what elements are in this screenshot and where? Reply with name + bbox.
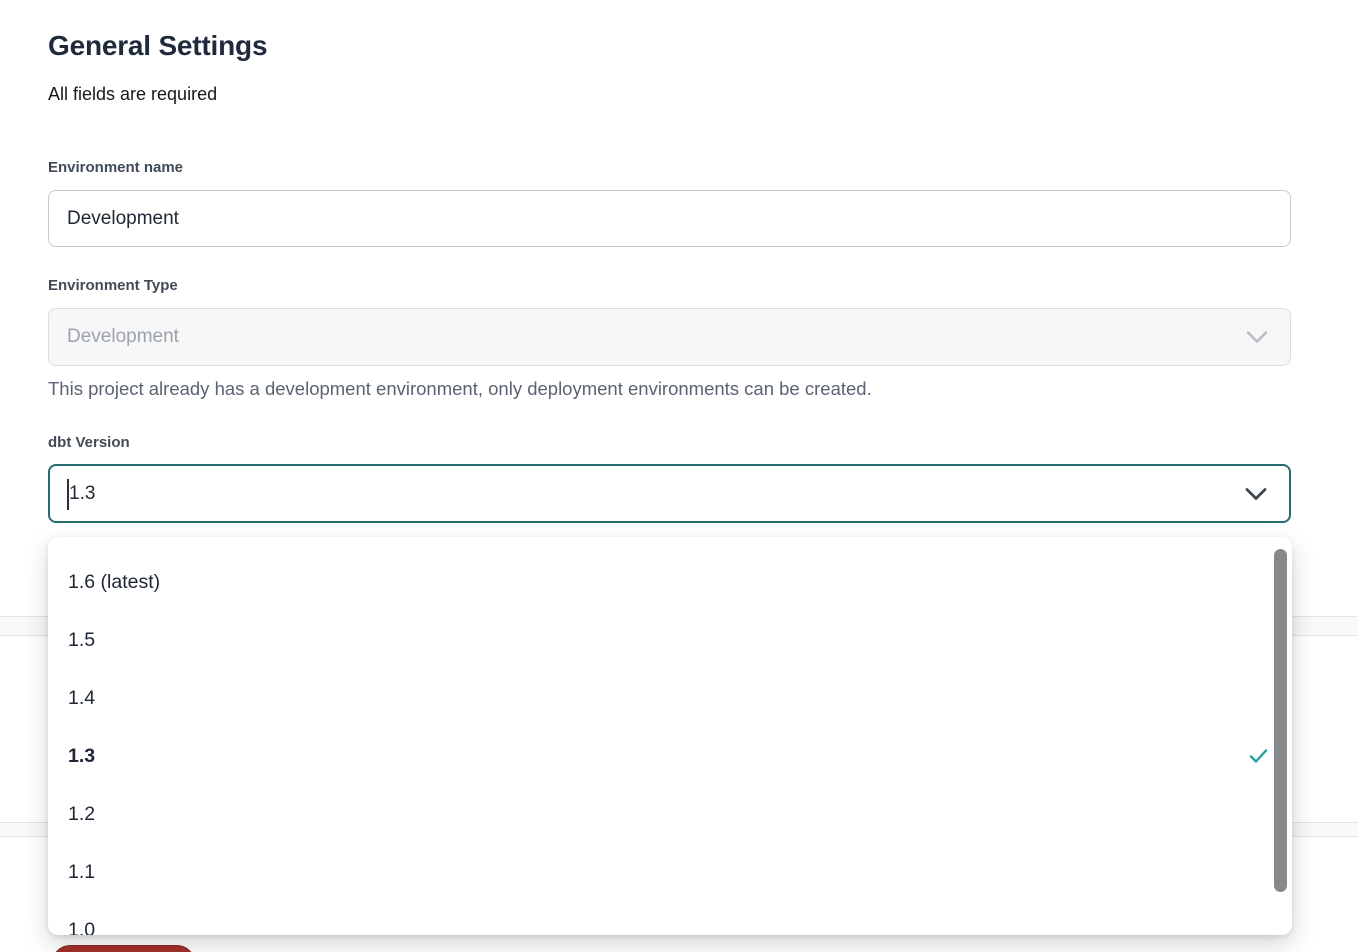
environment-name-input[interactable] — [48, 190, 1291, 247]
dropdown-option[interactable]: 1.2 — [48, 785, 1292, 843]
page-title: General Settings — [48, 30, 267, 62]
option-label: 1.0 — [68, 919, 95, 936]
environment-type-select: Development — [48, 308, 1291, 366]
checkmark-icon — [1249, 749, 1268, 764]
environment-type-value: Development — [67, 326, 179, 348]
option-label: 1.1 — [68, 861, 95, 884]
environment-name-label: Environment name — [48, 159, 183, 176]
dbt-version-select[interactable]: 1.3 — [48, 464, 1291, 523]
dropdown-option-selected[interactable]: 1.3 — [48, 727, 1292, 785]
chevron-down-icon — [1245, 487, 1267, 500]
dropdown-option[interactable]: 1.5 — [48, 611, 1292, 669]
dbt-version-value: 1.3 — [68, 483, 95, 505]
environment-settings-page: General Settings All fields are required… — [0, 0, 1358, 952]
dbt-version-dropdown: 1.6 (latest) 1.5 1.4 1.3 1.2 1.1 1.0 — [48, 537, 1292, 935]
dropdown-option[interactable]: 1.4 — [48, 669, 1292, 727]
delete-button[interactable] — [52, 945, 195, 952]
option-label: 1.4 — [68, 687, 95, 710]
dropdown-option[interactable]: 1.6 (latest) — [48, 553, 1292, 611]
environment-type-helper: This project already has a development e… — [48, 378, 872, 400]
option-label: 1.2 — [68, 803, 95, 826]
option-label: 1.5 — [68, 629, 95, 652]
dropdown-option[interactable]: 1.0 — [48, 901, 1292, 935]
text-cursor — [67, 479, 69, 510]
option-label: 1.3 — [68, 745, 95, 768]
dbt-version-label: dbt Version — [48, 434, 130, 451]
environment-type-label: Environment Type — [48, 277, 178, 294]
page-subtitle: All fields are required — [48, 84, 217, 105]
option-label: 1.6 (latest) — [68, 571, 160, 594]
dropdown-option[interactable]: 1.1 — [48, 843, 1292, 901]
chevron-down-icon — [1246, 331, 1268, 344]
dropdown-scrollbar[interactable] — [1274, 549, 1287, 892]
